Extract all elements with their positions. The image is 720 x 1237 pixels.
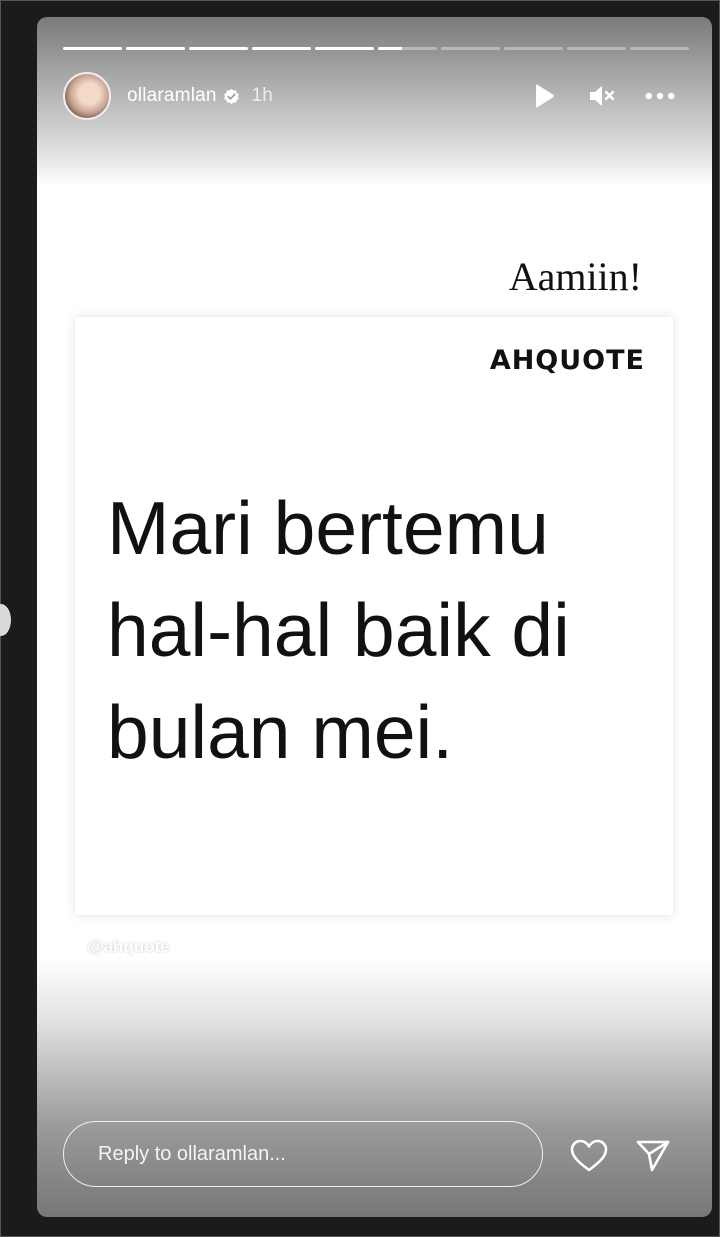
send-button[interactable]	[633, 1137, 673, 1175]
progress-segment	[567, 47, 626, 50]
quote-card: AHQUOTE Mari bertemu hal-hal baik di bul…	[75, 317, 673, 915]
progress-segment	[315, 47, 374, 50]
send-icon	[636, 1140, 670, 1172]
quote-text: Mari bertemu hal-hal baik di bulan mei.	[107, 486, 570, 774]
mute-button[interactable]	[587, 81, 617, 111]
story-header: ollaramlan 1h	[63, 71, 675, 121]
reply-field[interactable]	[63, 1121, 543, 1187]
avatar[interactable]	[63, 72, 111, 120]
post-time: 1h	[251, 85, 273, 106]
story-card[interactable]: ollaramlan 1h Aamiin! AHQUOTE Mari berte…	[37, 17, 712, 1217]
watermark: @ahquote	[87, 937, 170, 956]
progress-segment-fill	[189, 47, 248, 50]
story-viewer: ollaramlan 1h Aamiin! AHQUOTE Mari berte…	[0, 0, 720, 1237]
play-button[interactable]	[529, 81, 559, 111]
verified-badge-icon	[223, 88, 239, 104]
progress-segment-fill	[378, 47, 402, 50]
progress-segment	[252, 47, 311, 50]
progress-segment	[63, 47, 122, 50]
progress-segment-fill	[63, 47, 122, 50]
previous-story-button[interactable]	[0, 604, 11, 636]
progress-segment	[441, 47, 500, 50]
reply-input[interactable]	[96, 1141, 520, 1167]
quote-brand: AHQUOTE	[489, 345, 645, 376]
heart-icon	[570, 1139, 608, 1172]
progress-segment-fill	[315, 47, 374, 50]
progress-bar	[63, 47, 689, 50]
mute-icon	[590, 86, 615, 106]
username[interactable]: ollaramlan	[127, 85, 217, 107]
progress-segment	[378, 47, 437, 50]
header-actions	[529, 81, 675, 111]
more-icon	[645, 92, 675, 100]
progress-segment	[630, 47, 689, 50]
like-button[interactable]	[569, 1137, 609, 1175]
progress-segment	[126, 47, 185, 50]
play-icon	[536, 84, 554, 108]
story-caption: Aamiin!	[508, 254, 642, 299]
progress-segment-fill	[252, 47, 311, 50]
progress-segment-fill	[126, 47, 185, 50]
progress-segment	[189, 47, 248, 50]
progress-segment	[504, 47, 563, 50]
more-options-button[interactable]	[645, 81, 675, 111]
